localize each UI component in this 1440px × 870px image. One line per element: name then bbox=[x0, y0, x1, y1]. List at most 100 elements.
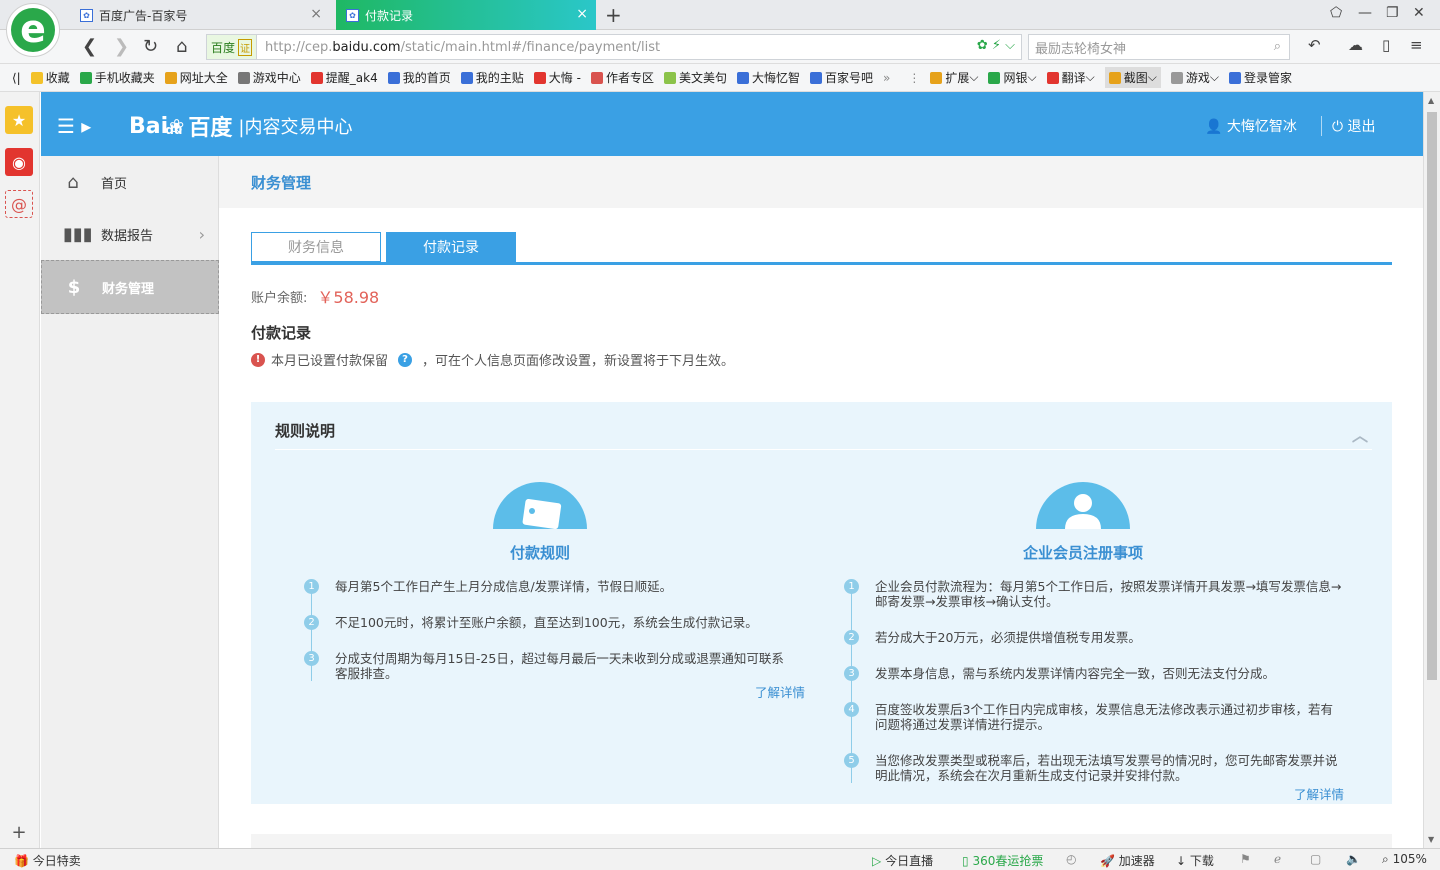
favorite-item[interactable]: 我的首页 bbox=[387, 69, 451, 86]
list-item: 5 当您修改发票类型或税率后，若出现无法填写发票号的情况时，您可先邮寄发票并说明此… bbox=[844, 753, 1344, 783]
tab-payment-records[interactable]: 付款记录 bbox=[386, 232, 516, 262]
tool-login-manager[interactable]: 登录管家 bbox=[1228, 69, 1292, 86]
favorites-more-button[interactable]: » bbox=[883, 71, 890, 85]
nav-item-data-report[interactable]: ▮▮▮ 数据报告 › bbox=[41, 208, 219, 260]
logo-subtitle: |内容交易中心 bbox=[238, 117, 353, 138]
url-field[interactable]: 百度 证 http://cep.baidu.com/static/main.ht… bbox=[206, 34, 1022, 60]
scroll-up-icon[interactable]: ▲ bbox=[1428, 96, 1434, 105]
maximize-button[interactable]: ❐ bbox=[1386, 5, 1399, 21]
accelerator-button[interactable]: 🚀 加速器 bbox=[1100, 852, 1155, 869]
step-number: 1 bbox=[304, 579, 319, 594]
security-cert-badge[interactable]: 百度 证 bbox=[207, 35, 258, 59]
add-sidebar-icon[interactable]: + bbox=[5, 818, 33, 846]
favorite-item[interactable]: 我的主贴 bbox=[460, 69, 524, 86]
learn-more-link[interactable]: 了解详情 bbox=[1294, 784, 1344, 803]
favorite-item[interactable]: 作者专区 bbox=[590, 69, 654, 86]
user-icon: 👤 bbox=[1205, 119, 1223, 135]
m-icon bbox=[663, 71, 676, 84]
page-title: 财务管理 bbox=[219, 156, 1423, 208]
tab-finance-info[interactable]: 财务信息 bbox=[251, 232, 381, 262]
search-icon[interactable]: ⌕ bbox=[1274, 39, 1281, 54]
page-scrollbar[interactable]: ▲ ▼ bbox=[1423, 92, 1440, 848]
step-number: 2 bbox=[844, 630, 859, 645]
url-text: http://cep.baidu.com/static/main.html#/f… bbox=[265, 39, 661, 55]
favorite-item[interactable]: 大悔 - bbox=[533, 69, 581, 86]
phone-icon bbox=[79, 71, 92, 84]
cloud-icon[interactable]: ☁ bbox=[1348, 36, 1363, 54]
close-window-button[interactable]: ✕ bbox=[1413, 5, 1425, 21]
tool-games[interactable]: 游戏 ⌵ bbox=[1170, 69, 1219, 86]
close-tab-icon[interactable]: × bbox=[576, 6, 588, 22]
tool-screenshot[interactable]: 截图 ⌵ bbox=[1104, 67, 1161, 88]
zoom-control[interactable]: ⌕ 105% bbox=[1382, 852, 1427, 867]
tool-banking[interactable]: 网银 ⌵ bbox=[988, 69, 1037, 86]
live-button[interactable]: ▷ 今日直播 bbox=[872, 852, 933, 869]
minimize-button[interactable]: — bbox=[1358, 5, 1372, 21]
learn-more-link[interactable]: 了解详情 bbox=[755, 682, 805, 701]
tool-extensions[interactable]: 扩展 ⌵ bbox=[930, 69, 978, 86]
logout-button[interactable]: ⏻ 退出 bbox=[1321, 116, 1376, 136]
browser-tab-label: 付款记录 bbox=[365, 8, 414, 23]
cert-badge-icon: 证 bbox=[238, 38, 253, 56]
refresh-speed-icon[interactable]: ◴ bbox=[1066, 852, 1076, 866]
flag-icon[interactable]: ⚑ bbox=[1240, 852, 1251, 866]
favorite-item[interactable]: 网址大全 bbox=[164, 69, 228, 86]
chevron-right-icon: › bbox=[198, 224, 205, 244]
favorite-item[interactable]: 游戏中心 bbox=[237, 69, 301, 86]
browser-tab-active[interactable]: ✿ 付款记录 × bbox=[336, 0, 596, 30]
tool-translate[interactable]: 翻译 ⌵ bbox=[1046, 69, 1095, 86]
forward-button[interactable]: ❯ bbox=[114, 36, 129, 57]
diamond-icon bbox=[533, 71, 546, 84]
skin-icon[interactable]: ⬠ bbox=[1330, 5, 1342, 21]
help-icon[interactable]: ? bbox=[398, 352, 413, 367]
daily-deals[interactable]: 🎁 今日特卖 bbox=[14, 852, 81, 869]
menu-icon[interactable]: ≡ bbox=[1410, 36, 1423, 54]
user-menu[interactable]: 👤 大悔忆智冰 bbox=[1205, 116, 1297, 136]
nav-item-finance[interactable]: $ 财务管理 bbox=[41, 260, 219, 314]
volume-icon[interactable]: 🔈 bbox=[1346, 852, 1361, 866]
menu-toggle-icon[interactable]: ☰ ▸ bbox=[57, 114, 91, 138]
search-input[interactable]: 最励志轮椅女神 ⌕ bbox=[1028, 34, 1290, 60]
play-icon: ▷ bbox=[872, 854, 882, 868]
nav-item-label: 首页 bbox=[101, 176, 128, 192]
home-button[interactable]: ⌂ bbox=[176, 36, 187, 57]
payment-notice: ! 本月已设置付款保留 ? ，可在个人信息页面修改设置，新设置将于下月生效。 bbox=[251, 350, 734, 369]
back-button[interactable]: ❮ bbox=[82, 36, 97, 57]
browser-tab[interactable]: ✿ 百度广告-百家号 × bbox=[70, 0, 330, 30]
reload-button[interactable]: ↻ bbox=[143, 36, 158, 57]
favorite-item[interactable]: 百家号吧 bbox=[809, 69, 873, 86]
window-icon[interactable]: ▢ bbox=[1310, 852, 1321, 866]
scroll-down-icon[interactable]: ▼ bbox=[1428, 835, 1434, 844]
gamepad-icon bbox=[1170, 71, 1183, 84]
grid-icon bbox=[590, 71, 603, 84]
favorites-toggle-icon[interactable]: ⟨| bbox=[12, 71, 21, 85]
chevron-up-icon[interactable]: ︿ bbox=[1352, 422, 1368, 446]
nav-item-home[interactable]: ⌂ 首页 bbox=[41, 156, 219, 208]
warning-icon: ! bbox=[251, 352, 265, 367]
new-tab-button[interactable]: + bbox=[605, 3, 622, 27]
weibo-icon[interactable]: ◉ bbox=[5, 148, 33, 176]
email-icon[interactable]: @ bbox=[5, 190, 33, 218]
more-options-icon[interactable]: ⋮ bbox=[908, 71, 920, 85]
phone-icon[interactable]: ▯ bbox=[1382, 36, 1390, 54]
favorite-item[interactable]: 手机收藏夹 bbox=[79, 69, 155, 86]
ie-icon[interactable]: ℯ bbox=[1274, 852, 1281, 866]
favorite-item[interactable]: 大悔忆智 bbox=[736, 69, 800, 86]
favorites-star-icon[interactable]: ★ bbox=[5, 106, 33, 134]
power-icon: ⏻ bbox=[1332, 119, 1344, 135]
rules-panel: 规则说明 ︿ 付款规则 1 每月第5个工作日产生上月分成信息/发票详情，节假日顺延… bbox=[251, 402, 1392, 804]
weibo-icon bbox=[310, 71, 323, 84]
undo-icon[interactable]: ↶ bbox=[1308, 36, 1321, 54]
favorite-item[interactable]: 提醒_ak4 bbox=[310, 69, 378, 86]
favorite-item[interactable]: 美文美句 bbox=[663, 69, 727, 86]
browser-logo[interactable]: e bbox=[6, 3, 60, 57]
ticket-button[interactable]: ▯ 360春运抢票 bbox=[962, 852, 1043, 869]
site-logo[interactable]: Bai ❀ du 百度 |内容交易中心 bbox=[129, 110, 352, 142]
close-tab-icon[interactable]: × bbox=[310, 6, 322, 22]
download-button[interactable]: ↓ 下载 bbox=[1176, 852, 1214, 869]
step-number: 3 bbox=[304, 651, 319, 666]
speed-mode-icon[interactable]: ✿ ⚡ ⌵ bbox=[977, 38, 1015, 53]
scroll-thumb[interactable] bbox=[1427, 112, 1437, 680]
favorite-item[interactable]: 收藏 bbox=[30, 69, 70, 86]
member-user-icon bbox=[1036, 482, 1130, 529]
